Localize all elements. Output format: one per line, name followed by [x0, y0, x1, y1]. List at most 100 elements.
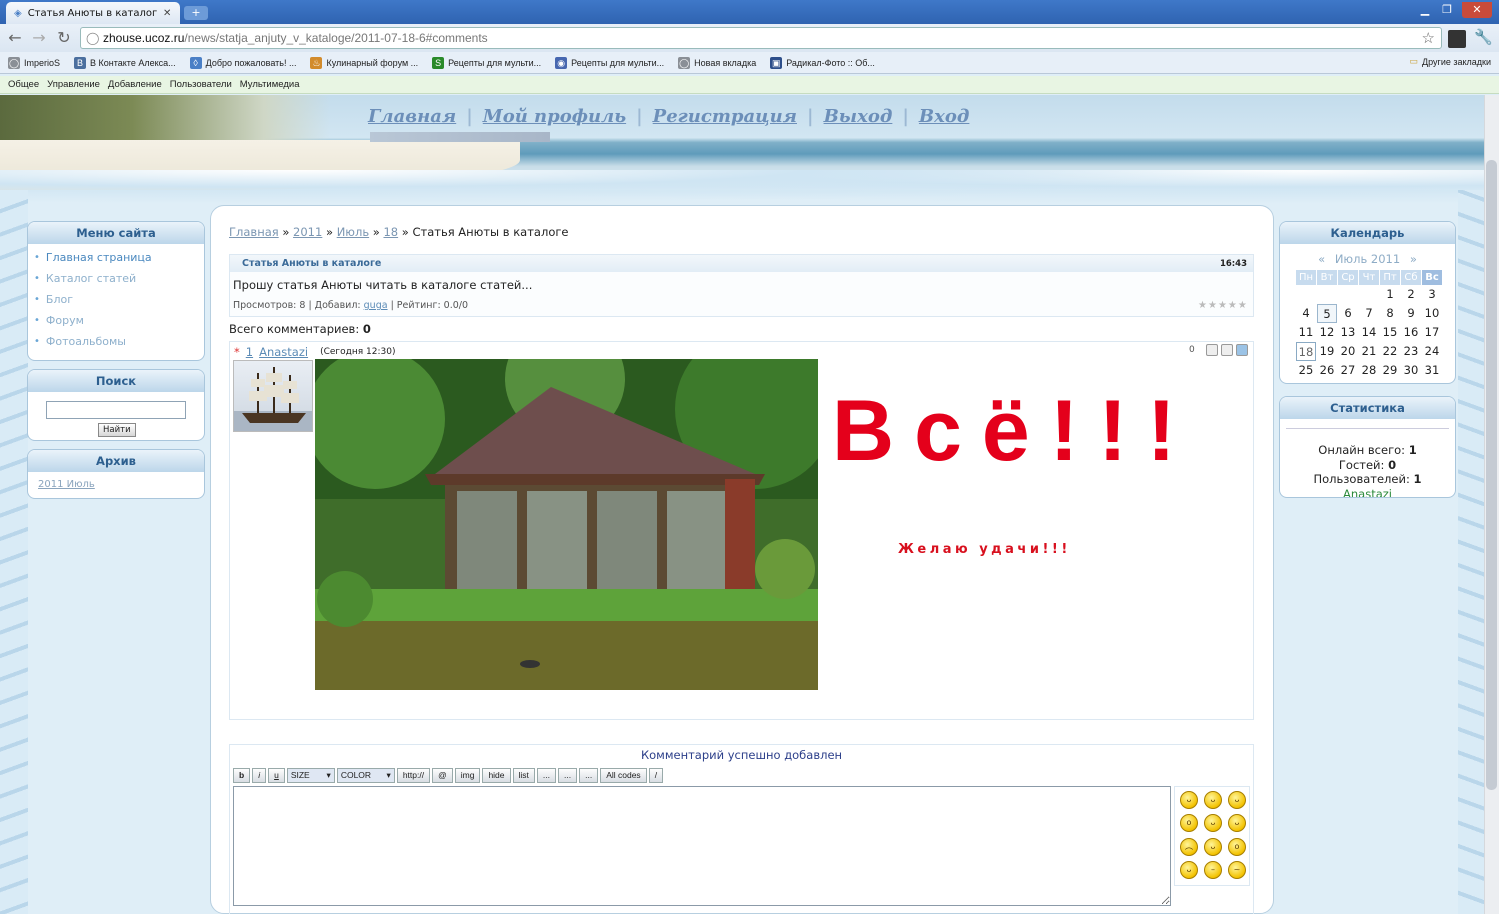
menu-item-home[interactable]: • Главная страница	[28, 247, 204, 268]
calendar-day[interactable]: 30	[1401, 361, 1421, 380]
breadcrumb-home[interactable]: Главная	[229, 225, 279, 239]
email-button[interactable]: @	[432, 768, 453, 783]
bookmark-item[interactable]: ♨ Кулинарный форум ...	[310, 57, 418, 69]
bookmark-item[interactable]: S Рецепты для мульти...	[432, 57, 541, 69]
address-bar[interactable]: ◯ zhouse.ucoz.ru/news/statja_anjuty_v_ka…	[80, 27, 1442, 49]
calendar-day[interactable]: 4	[1296, 304, 1316, 323]
smiley-tongue-icon[interactable]: ᴗ	[1180, 860, 1198, 879]
nav-home-link[interactable]: Главная	[368, 106, 456, 127]
calendar-prev[interactable]: «	[1318, 252, 1325, 266]
star-icon[interactable]: ★	[1208, 300, 1217, 311]
restore-icon[interactable]: ❐	[1436, 2, 1458, 18]
search-button[interactable]: Найти	[98, 423, 136, 437]
admin-menu-general[interactable]: Общее	[8, 79, 39, 90]
smiley-neutral-icon[interactable]: –	[1204, 860, 1222, 879]
calendar-day[interactable]: 3	[1422, 285, 1442, 304]
nav-register-link[interactable]: Регистрация	[653, 106, 797, 127]
calendar-day[interactable]: 31	[1422, 361, 1442, 380]
comment-author-link[interactable]: Anastazi	[259, 345, 308, 359]
calendar-day[interactable]: 11	[1296, 323, 1316, 342]
calendar-day[interactable]: 1	[1380, 285, 1400, 304]
scrollbar-thumb[interactable]	[1486, 160, 1497, 790]
menu-item-blog[interactable]: • Блог	[28, 289, 204, 310]
reload-icon[interactable]: ↻	[53, 28, 75, 50]
calendar-day[interactable]: 14	[1359, 323, 1379, 342]
thumbs-up-icon[interactable]	[1205, 344, 1218, 356]
bookmark-item[interactable]: ▣ Радикал-Фото :: Об...	[770, 57, 875, 69]
color-select[interactable]: COLOR ▾	[336, 768, 395, 783]
nav-profile-link[interactable]: Мой профиль	[483, 106, 626, 127]
calendar-day[interactable]: 24	[1422, 342, 1442, 361]
calendar-day[interactable]: 13	[1338, 323, 1358, 342]
calendar-day[interactable]: 19	[1317, 342, 1337, 361]
calendar-day[interactable]: 9	[1401, 304, 1421, 323]
calendar-day-today[interactable]: 18	[1296, 342, 1316, 361]
url-button[interactable]: http://	[396, 768, 431, 783]
back-icon[interactable]: ←	[4, 28, 26, 50]
calendar-day[interactable]: 28	[1359, 361, 1379, 380]
calendar-day[interactable]: 12	[1317, 323, 1337, 342]
calendar-day[interactable]: 2	[1401, 285, 1421, 304]
smiley-surprised-icon[interactable]: o	[1180, 814, 1198, 833]
comment-textarea[interactable]	[233, 786, 1171, 906]
star-icon[interactable]: ★	[1198, 300, 1207, 311]
comment-number-link[interactable]: 1	[246, 345, 253, 359]
more-button[interactable]: ...	[579, 768, 599, 783]
smiley-sad-icon[interactable]: ︵	[1180, 837, 1198, 856]
calendar-day[interactable]: 10	[1422, 304, 1442, 323]
quote-button[interactable]: ...	[536, 768, 556, 783]
smiley-angry-icon[interactable]: ᴗ	[1180, 791, 1198, 809]
admin-menu-users[interactable]: Пользователи	[170, 79, 232, 90]
nav-logout-link[interactable]: Выход	[824, 106, 893, 127]
calendar-day[interactable]: 5	[1317, 304, 1337, 323]
admin-menu-manage[interactable]: Управление	[47, 79, 100, 90]
admin-menu-add[interactable]: Добавление	[108, 79, 162, 90]
entry-author-link[interactable]: guga	[364, 300, 388, 311]
underline-button[interactable]: u	[268, 768, 285, 783]
italic-button[interactable]: i	[252, 768, 267, 783]
nav-login-link[interactable]: Вход	[919, 106, 969, 127]
calendar-day[interactable]: 8	[1380, 304, 1400, 323]
close-window-icon[interactable]: ✕	[1462, 2, 1492, 18]
smiley-grin-icon[interactable]: ᴗ	[1204, 791, 1222, 809]
calendar-day[interactable]: 20	[1338, 342, 1358, 361]
minimize-icon[interactable]: ▁	[1414, 2, 1436, 18]
calendar-day[interactable]: 6	[1338, 304, 1358, 323]
calendar-day[interactable]: 25	[1296, 361, 1316, 380]
forward-icon[interactable]: →	[28, 28, 50, 50]
star-icon[interactable]: ★	[1228, 300, 1237, 311]
online-user-link[interactable]: Anastazi	[1343, 487, 1392, 498]
menu-item-photos[interactable]: • Фотоальбомы	[28, 331, 204, 352]
close-tags-button[interactable]: /	[648, 768, 664, 783]
star-icon[interactable]: ★	[1238, 300, 1247, 311]
calendar-day[interactable]: 17	[1422, 323, 1442, 342]
calendar-day[interactable]: 7	[1359, 304, 1379, 323]
calendar-day[interactable]: 26	[1317, 361, 1337, 380]
smiley-happy-icon[interactable]: ᴗ	[1228, 814, 1246, 833]
smiley-smile-icon[interactable]: ᴗ	[1204, 837, 1222, 856]
browser-tab[interactable]: ◈ Статья Анюты в каталоге - ✕	[6, 2, 180, 24]
calendar-next[interactable]: »	[1410, 252, 1417, 266]
bookmark-star-icon[interactable]: ☆	[1422, 29, 1435, 47]
hide-button[interactable]: hide	[482, 768, 511, 783]
calendar-day[interactable]: 15	[1380, 323, 1400, 342]
breadcrumb-month[interactable]: Июль	[337, 225, 369, 239]
calendar-day[interactable]: 27	[1338, 361, 1358, 380]
edit-icon[interactable]	[1235, 344, 1248, 356]
all-codes-button[interactable]: All codes	[600, 768, 647, 783]
breadcrumb-day[interactable]: 18	[383, 225, 398, 239]
calendar-day[interactable]: 21	[1359, 342, 1379, 361]
archive-link[interactable]: 2011 Июль	[38, 479, 95, 490]
calendar-day[interactable]: 29	[1380, 361, 1400, 380]
calendar-day[interactable]: 22	[1380, 342, 1400, 361]
thumbs-down-icon[interactable]	[1220, 344, 1233, 356]
bookmark-item[interactable]: ◉ Рецепты для мульти...	[555, 57, 664, 69]
menu-item-catalog[interactable]: • Каталог статей	[28, 268, 204, 289]
smiley-wink-icon[interactable]: ᴗ	[1204, 814, 1222, 833]
bold-button[interactable]: b	[233, 768, 251, 783]
menu-item-forum[interactable]: • Форум	[28, 310, 204, 331]
close-tab-icon[interactable]: ✕	[163, 8, 175, 19]
bookmark-item[interactable]: BВ Контакте Алекса...	[74, 57, 176, 69]
bookmark-item[interactable]: ◊ Добро пожаловать! ...	[189, 57, 296, 69]
search-input[interactable]	[46, 401, 186, 419]
